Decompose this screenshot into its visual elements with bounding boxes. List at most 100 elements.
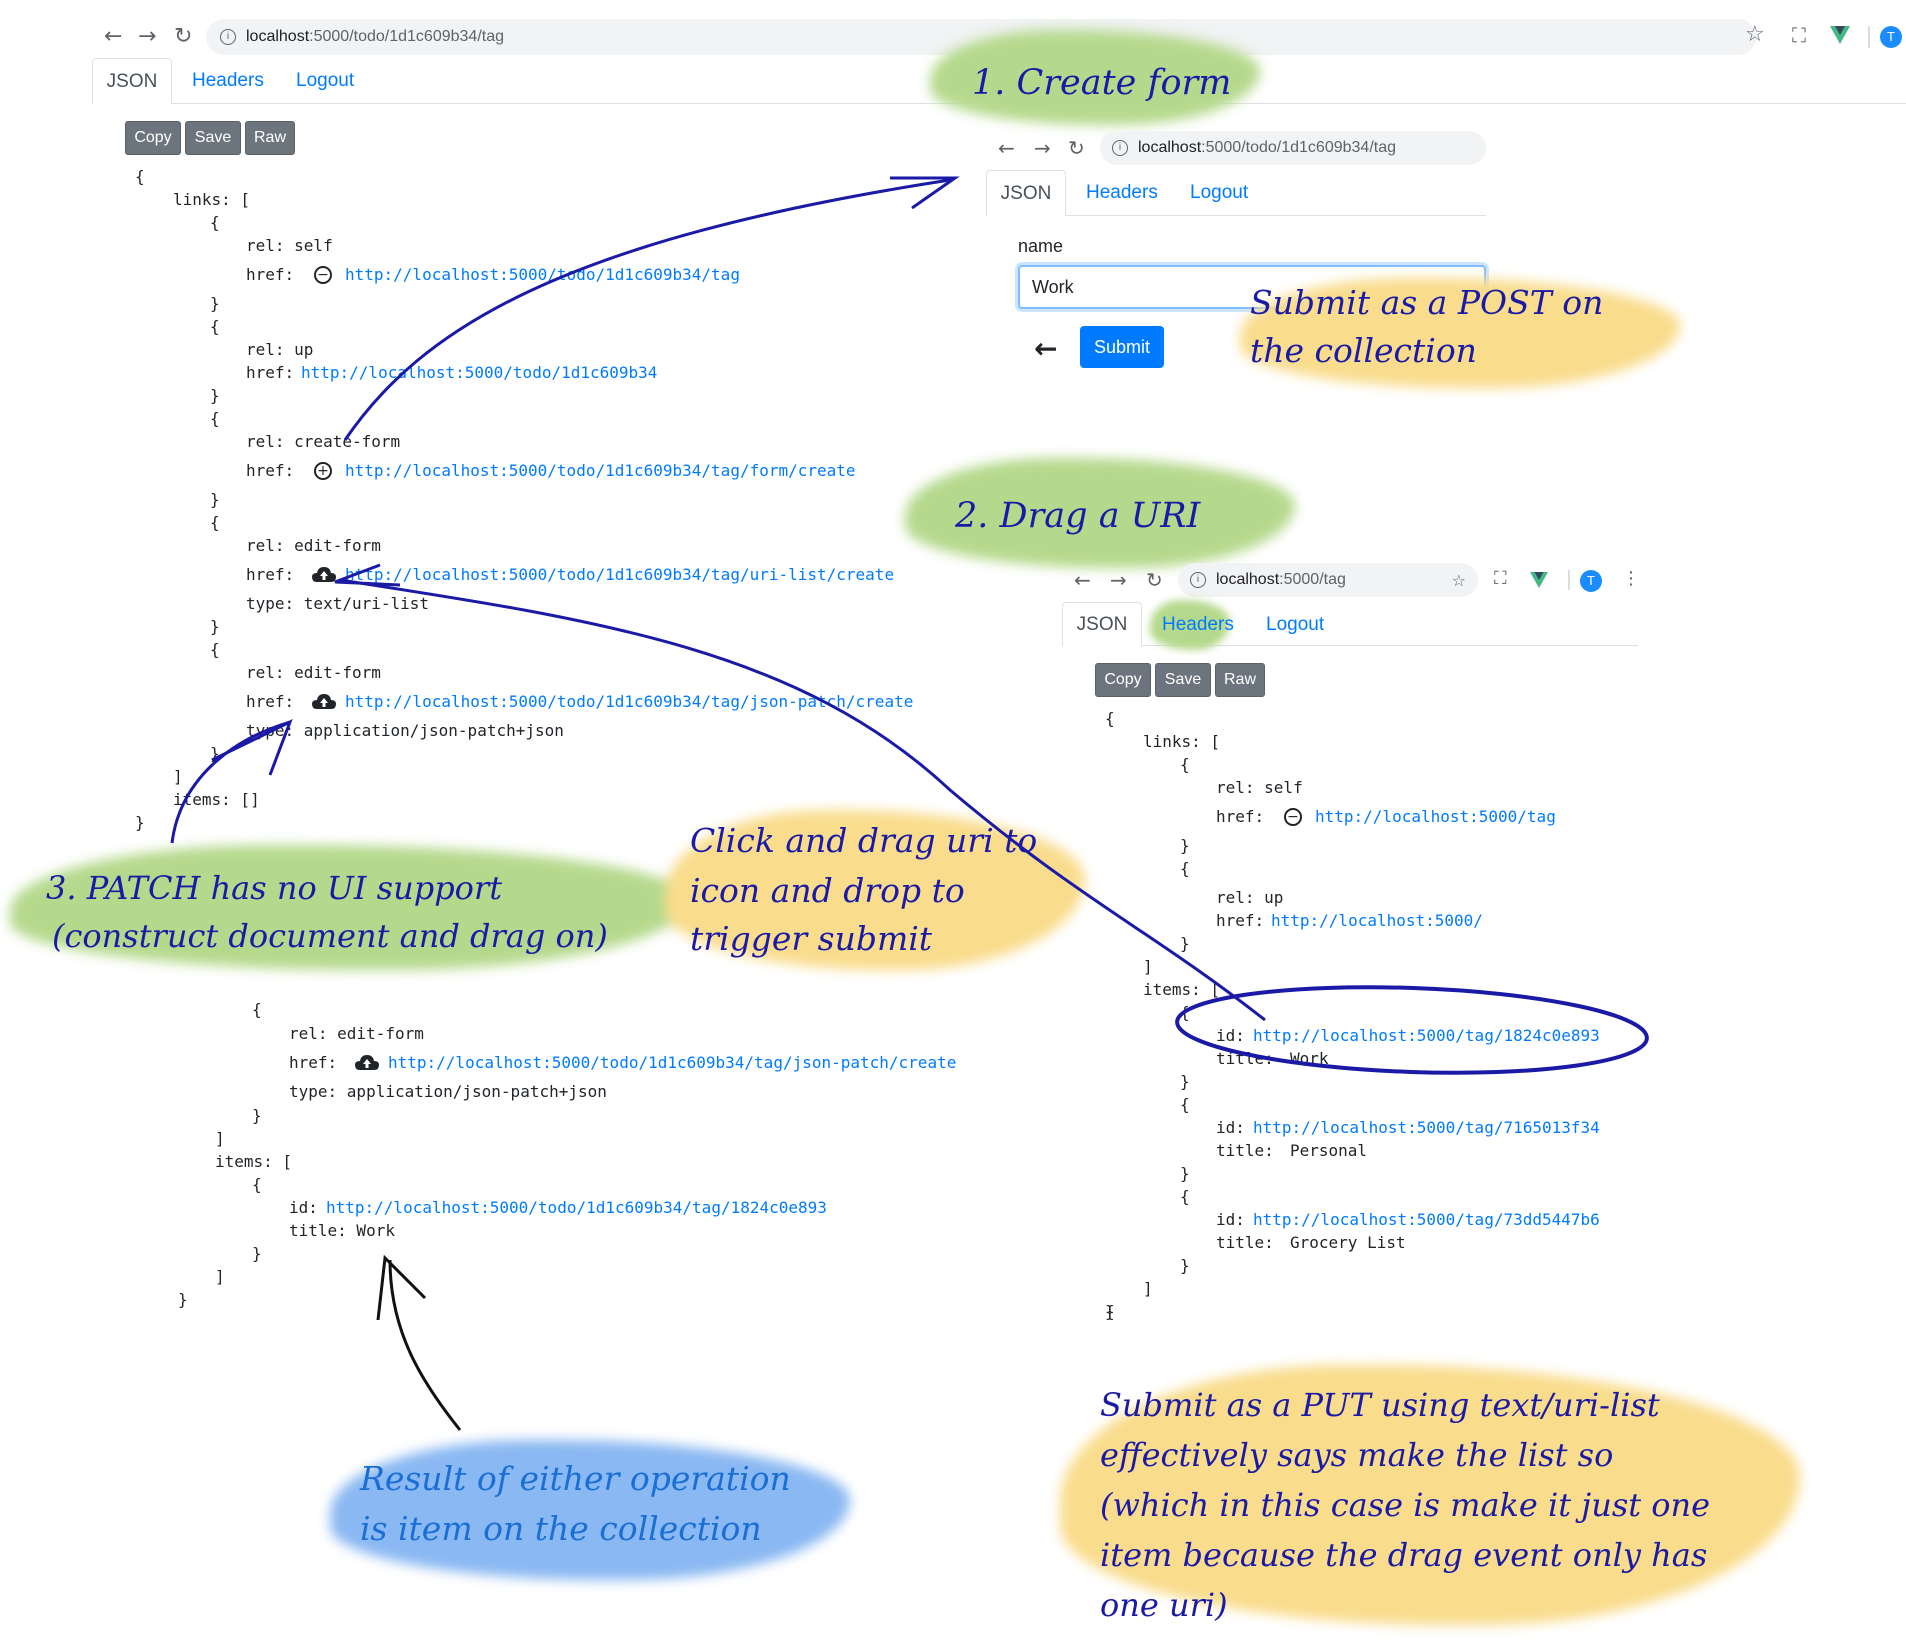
- bracket: ]: [1143, 957, 1153, 976]
- item-link[interactable]: http://localhost:5000/todo/1d1c609b34/ta…: [326, 1198, 827, 1217]
- step3-line2: (construct document and drag on): [52, 917, 608, 955]
- reload-icon[interactable]: ↻: [1146, 568, 1163, 592]
- forward-arrow-icon[interactable]: →: [1034, 136, 1051, 160]
- url-host: localhost: [246, 28, 310, 45]
- brace: {: [1180, 755, 1190, 774]
- up-link[interactable]: http://localhost:5000/: [1271, 911, 1483, 930]
- put-note-line5: one uri): [1100, 1586, 1228, 1624]
- create-form-arrow: [343, 178, 951, 441]
- brace: }: [1180, 934, 1190, 953]
- brace: }: [210, 386, 220, 405]
- drag-note-line2: icon and drop to: [690, 871, 965, 910]
- brace: {: [210, 317, 220, 336]
- brace: }: [1180, 1164, 1190, 1183]
- copy-button[interactable]: Copy: [1095, 663, 1151, 697]
- tab-logout[interactable]: Logout: [1190, 182, 1248, 204]
- raw-button[interactable]: Raw: [245, 121, 295, 155]
- tab-logout[interactable]: Logout: [296, 70, 354, 92]
- json-patch-link[interactable]: http://localhost:5000/todo/1d1c609b34/ta…: [345, 692, 913, 711]
- back-arrow-icon[interactable]: ←: [1074, 568, 1091, 592]
- save-button[interactable]: Save: [1155, 663, 1211, 697]
- json-patch-link[interactable]: http://localhost:5000/todo/1d1c609b34/ta…: [388, 1053, 956, 1072]
- up-link[interactable]: http://localhost:5000/todo/1d1c609b34: [301, 363, 657, 382]
- drag-note-line1: Click and drag uri to: [690, 821, 1038, 860]
- address-bar[interactable]: i localhost:5000/tag ☆: [1178, 563, 1478, 597]
- self-link[interactable]: http://localhost:5000/tag: [1315, 807, 1556, 826]
- upload-cloud-icon[interactable]: [312, 566, 336, 584]
- type-json-patch: type: application/json-patch+json: [289, 1082, 607, 1101]
- star-icon[interactable]: ☆: [1745, 22, 1765, 47]
- vue-extension-icon[interactable]: [1530, 572, 1548, 588]
- url-path: :5000/todo/1d1c609b34/tag: [1201, 139, 1396, 156]
- back-arrow-icon[interactable]: ←: [104, 24, 122, 49]
- item-title: Work: [1290, 1049, 1329, 1068]
- avatar[interactable]: T: [1880, 26, 1902, 48]
- self-link[interactable]: http://localhost:5000/todo/1d1c609b34/ta…: [345, 265, 740, 284]
- star-icon[interactable]: ☆: [1452, 571, 1466, 590]
- put-note-line1: Submit as a PUT using text/uri-list: [1100, 1386, 1660, 1424]
- save-button[interactable]: Save: [185, 121, 241, 155]
- result-arrowhead: [376, 1254, 427, 1321]
- item-title: Personal: [1290, 1141, 1368, 1160]
- item-link[interactable]: http://localhost:5000/tag/1824c0e893: [1253, 1026, 1600, 1045]
- brace: {: [210, 213, 220, 232]
- bracket: ]: [173, 767, 183, 786]
- put-note-line2: effectively says make the list so: [1100, 1436, 1614, 1474]
- delete-icon[interactable]: −: [1284, 808, 1302, 826]
- json-close-brace: }: [1105, 1302, 1115, 1321]
- back-icon[interactable]: ←: [1034, 332, 1057, 365]
- screenshot-icon[interactable]: ⛶: [1792, 23, 1806, 47]
- result-note-line1: Result of either operation: [360, 1459, 791, 1498]
- name-field-label: name: [1018, 236, 1064, 256]
- patch-arrow: [170, 720, 291, 844]
- reload-icon[interactable]: ↻: [174, 24, 192, 49]
- item-link[interactable]: http://localhost:5000/tag/7165013f34: [1253, 1118, 1600, 1137]
- href-label: href:: [246, 565, 295, 584]
- add-icon[interactable]: +: [314, 462, 332, 480]
- upload-cloud-icon[interactable]: [312, 693, 336, 711]
- tab-headers[interactable]: Headers: [192, 70, 264, 92]
- avatar[interactable]: T: [1580, 570, 1602, 592]
- type-json-patch: type: application/json-patch+json: [246, 721, 564, 740]
- href-label: href:: [1216, 911, 1265, 930]
- forward-arrow-icon[interactable]: →: [1110, 568, 1127, 592]
- brace: }: [1180, 836, 1190, 855]
- result-note-line2: is item on the collection: [360, 1509, 762, 1548]
- brace: {: [210, 513, 220, 532]
- bracket: ]: [215, 1267, 225, 1286]
- title-label: title:: [1216, 1233, 1274, 1252]
- more-menu-icon[interactable]: ⋮: [1622, 568, 1640, 589]
- tab-json[interactable]: JSON: [1062, 602, 1142, 647]
- vue-extension-icon[interactable]: [1830, 26, 1850, 44]
- tab-json[interactable]: JSON: [92, 58, 172, 105]
- address-bar[interactable]: i localhost:5000/todo/1d1c609b34/tag: [1100, 131, 1486, 165]
- item-title: title: Work: [289, 1221, 395, 1240]
- copy-button[interactable]: Copy: [125, 121, 181, 155]
- up-rel: rel: up: [246, 340, 314, 359]
- upload-cloud-icon[interactable]: [355, 1054, 379, 1072]
- uri-list-link[interactable]: http://localhost:5000/todo/1d1c609b34/ta…: [345, 565, 894, 584]
- reload-icon[interactable]: ↻: [1068, 136, 1085, 160]
- url-host: localhost: [1216, 571, 1280, 588]
- forward-arrow-icon[interactable]: →: [138, 24, 156, 49]
- tab-logout[interactable]: Logout: [1266, 614, 1324, 636]
- back-arrow-icon[interactable]: ←: [998, 136, 1015, 160]
- item-link[interactable]: http://localhost:5000/tag/73dd5447b6: [1253, 1210, 1600, 1229]
- edit-form-rel: rel: edit-form: [289, 1024, 424, 1043]
- tab-headers[interactable]: Headers: [1086, 182, 1158, 204]
- tag-tabs: [1062, 602, 1638, 646]
- tab-headers[interactable]: Headers: [1162, 614, 1234, 636]
- put-note-line4: item because the drag event only has: [1100, 1536, 1708, 1574]
- screenshot-icon[interactable]: ⛶: [1494, 568, 1507, 589]
- delete-icon[interactable]: −: [314, 266, 332, 284]
- tab-json[interactable]: JSON: [986, 170, 1066, 217]
- json-open-brace: {: [135, 167, 145, 186]
- bracket: ]: [1143, 1279, 1153, 1298]
- create-form-arrowhead: [890, 176, 960, 210]
- brace: {: [1180, 859, 1190, 878]
- create-form-link[interactable]: http://localhost:5000/todo/1d1c609b34/ta…: [345, 461, 856, 480]
- submit-button[interactable]: Submit: [1080, 326, 1164, 368]
- raw-button[interactable]: Raw: [1215, 663, 1265, 697]
- toolbar-divider: [1868, 26, 1870, 48]
- brace: }: [210, 744, 220, 763]
